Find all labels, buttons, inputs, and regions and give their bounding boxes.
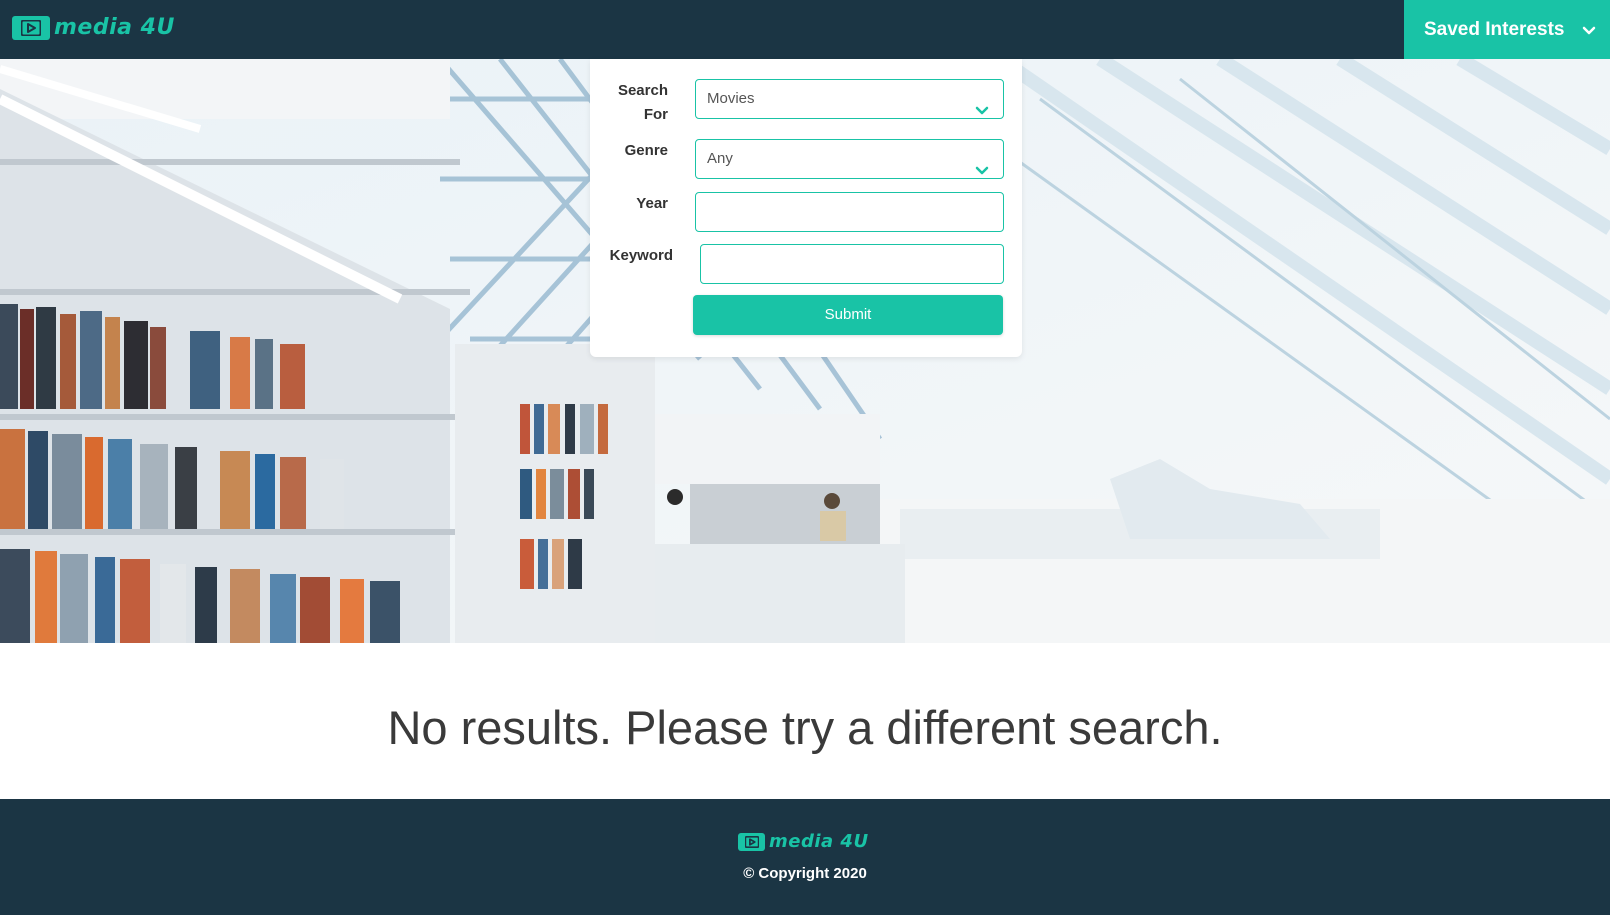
chevron-down-icon bbox=[1582, 20, 1596, 42]
genre-label: Genre bbox=[624, 142, 668, 159]
footer: media 4U © Copyright 2020 bbox=[0, 799, 1610, 915]
top-navbar: media 4U Saved Interests bbox=[0, 0, 1610, 59]
keyword-row: Keyword bbox=[590, 244, 1022, 288]
chevron-down-icon bbox=[975, 153, 989, 190]
no-results-message: No results. Please try a different searc… bbox=[387, 701, 1223, 754]
search-for-label: Search For bbox=[617, 82, 668, 123]
play-logo-icon bbox=[12, 15, 50, 40]
copyright-text: © Copyright 2020 bbox=[743, 865, 867, 882]
brand-logo[interactable]: media 4U bbox=[12, 15, 175, 40]
submit-button[interactable]: Submit bbox=[693, 295, 1003, 335]
search-form: Search For Movies Genre Any Year Keyword… bbox=[590, 59, 1022, 357]
search-for-value: Movies bbox=[707, 90, 755, 107]
brand-name: media 4U bbox=[54, 15, 175, 40]
keyword-label: Keyword bbox=[609, 247, 673, 264]
genre-row: Genre Any bbox=[590, 139, 1022, 183]
play-logo-icon bbox=[738, 832, 765, 851]
keyword-input[interactable] bbox=[700, 244, 1004, 284]
year-row: Year bbox=[590, 192, 1022, 236]
genre-select[interactable]: Any bbox=[695, 139, 1004, 179]
saved-interests-button[interactable]: Saved Interests bbox=[1404, 0, 1610, 59]
year-input[interactable] bbox=[695, 192, 1004, 232]
search-for-select[interactable]: Movies bbox=[695, 79, 1004, 119]
search-for-row: Search For Movies bbox=[590, 79, 1022, 129]
footer-brand-name: media 4U bbox=[769, 831, 869, 852]
year-label: Year bbox=[636, 195, 668, 212]
saved-interests-label: Saved Interests bbox=[1424, 18, 1565, 40]
genre-value: Any bbox=[707, 150, 733, 167]
chevron-down-icon bbox=[975, 93, 989, 130]
footer-logo[interactable]: media 4U bbox=[738, 831, 869, 852]
